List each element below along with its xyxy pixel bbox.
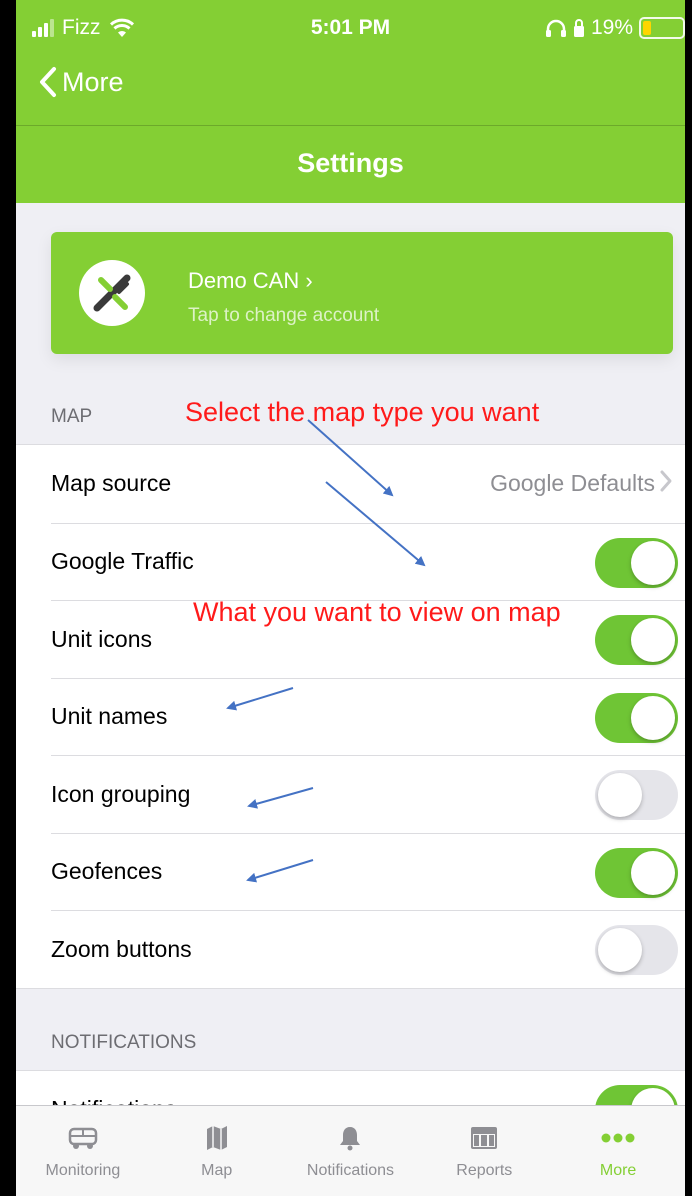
- row-label: Zoom buttons: [51, 935, 192, 962]
- row-label: Google Traffic: [51, 548, 194, 575]
- row-label: Geofences: [51, 858, 163, 885]
- tab-label: Map: [201, 1162, 233, 1179]
- icon-grouping-toggle[interactable]: [595, 770, 678, 820]
- header-divider: [16, 125, 685, 126]
- page-title: Settings: [297, 148, 404, 178]
- tab-more[interactable]: More: [551, 1106, 685, 1196]
- google-traffic-row: Google Traffic: [51, 522, 685, 601]
- status-right: 19%: [545, 16, 685, 40]
- tab-reports[interactable]: Reports: [417, 1106, 551, 1196]
- section-header-map: MAP: [51, 406, 93, 427]
- tab-label: Monitoring: [45, 1162, 121, 1179]
- account-subtitle: Tap to change account: [188, 305, 380, 326]
- map-icon: [206, 1122, 228, 1154]
- icon-grouping-row: Icon grouping: [51, 755, 685, 833]
- zoom-buttons-row: Zoom buttons: [51, 910, 685, 988]
- account-name: Demo CAN ›: [188, 268, 313, 293]
- annotation-select-map-type: Select the map type you want: [185, 397, 540, 427]
- back-label: More: [62, 66, 124, 97]
- section-header-notifications: NOTIFICATIONS: [51, 1032, 197, 1053]
- company-logo: [79, 260, 145, 326]
- status-bar: Fizz 5:01 PM 19%: [16, 0, 685, 62]
- tab-label: Reports: [456, 1162, 513, 1179]
- tab-label: More: [599, 1162, 637, 1179]
- back-button[interactable]: More: [38, 66, 124, 98]
- google-traffic-toggle[interactable]: [595, 537, 678, 588]
- map-source-row[interactable]: Map source Google Defaults: [16, 445, 685, 523]
- chevron-right-icon: [659, 469, 673, 499]
- headphones-icon: [545, 19, 566, 37]
- geofences-row: Geofences: [51, 832, 685, 911]
- row-label: Icon grouping: [51, 780, 191, 807]
- unit-names-toggle[interactable]: [595, 692, 678, 743]
- bus-icon: [68, 1122, 98, 1154]
- annotation-view-on-map: What you want to view on map: [193, 597, 561, 627]
- row-label: Map source: [51, 470, 172, 497]
- header-bar: Fizz 5:01 PM 19% More Settings: [16, 0, 685, 203]
- orientation-lock-icon: [573, 19, 584, 37]
- battery-icon: [639, 17, 685, 39]
- more-dots-icon: [601, 1122, 635, 1154]
- table-icon: [470, 1122, 498, 1154]
- row-label: Unit names: [51, 703, 168, 730]
- unit-names-row: Unit names: [51, 677, 685, 756]
- map-source-value: Google Defaults: [490, 470, 655, 497]
- chevron-left-icon: [40, 67, 56, 97]
- bell-icon: [339, 1122, 361, 1154]
- battery-percent: 19%: [590, 16, 633, 39]
- unit-icons-toggle[interactable]: [595, 615, 678, 665]
- tab-monitoring[interactable]: Monitoring: [16, 1106, 150, 1196]
- row-label: Unit icons: [51, 625, 152, 652]
- account-card[interactable]: Demo CAN › Tap to change account: [51, 232, 673, 354]
- map-settings-list: Map source Google Defaults Google Traffi…: [16, 444, 685, 989]
- tab-bar: Monitoring Map Notifications Reports Mor…: [16, 1105, 685, 1196]
- tab-notifications[interactable]: Notifications: [284, 1106, 418, 1196]
- logo-x-icon: [93, 274, 131, 312]
- tab-map[interactable]: Map: [150, 1106, 284, 1196]
- row-value: Google Defaults: [490, 445, 673, 523]
- zoom-buttons-toggle[interactable]: [595, 925, 678, 975]
- phone-screen: Fizz 5:01 PM 19% More Settings Demo CAN …: [16, 0, 685, 1196]
- geofences-toggle[interactable]: [595, 847, 678, 898]
- tab-label: Notifications: [306, 1162, 395, 1179]
